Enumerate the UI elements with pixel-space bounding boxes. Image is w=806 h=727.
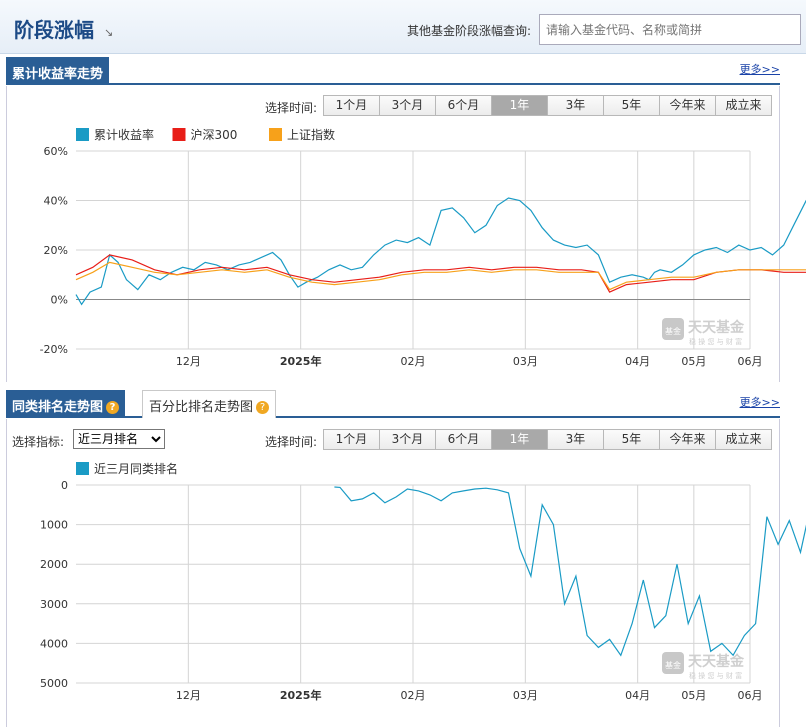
x-tick-label: 2025年	[280, 354, 322, 368]
y-tick-label: -20%	[40, 343, 68, 356]
legend-swatch[interactable]	[269, 128, 282, 141]
y-tick-label: 3000	[40, 598, 68, 611]
watermark-badge: 基金	[665, 660, 681, 670]
charts-canvas: -20% 0% 20% 40% 60% 12月 2025年 02月 03月 04月 05月 06月 累计…	[40, 127, 806, 702]
y-tick-label: 5000	[40, 677, 68, 690]
x-tick-label: 12月	[176, 355, 201, 368]
y-tick-label: 1000	[40, 519, 68, 532]
y-tick-label: 20%	[44, 244, 68, 257]
legend-label[interactable]: 累计收益率	[94, 127, 154, 142]
watermark-slogan: 稳 操 您 与 财 富	[689, 337, 742, 346]
series-line-0[interactable]	[75, 156, 806, 306]
y-tick-label: 60%	[44, 145, 68, 158]
x-tick-label: 04月	[625, 689, 650, 702]
watermark-badge: 基金	[665, 326, 681, 336]
x-tick-label: 03月	[513, 689, 538, 702]
watermark-slogan: 稳 操 您 与 财 富	[689, 671, 742, 680]
x-tick-label: 06月	[738, 355, 763, 368]
watermark-brand: 天天基金	[688, 319, 745, 336]
y-tick-label: 2000	[40, 558, 68, 571]
x-tick-label: 02月	[401, 689, 426, 702]
y-tick-label: 40%	[44, 195, 68, 208]
legend-swatch[interactable]	[172, 128, 186, 141]
x-tick-label: 06月	[738, 689, 763, 702]
y-tick-label: 0%	[51, 294, 68, 307]
series-line-2[interactable]	[75, 261, 806, 291]
x-tick-label: 2025年	[280, 688, 322, 702]
legend-label[interactable]: 近三月同类排名	[94, 461, 178, 476]
legend-swatch[interactable]	[76, 128, 89, 141]
x-tick-label: 04月	[625, 355, 650, 368]
y-tick-label: 4000	[40, 637, 68, 650]
legend-label[interactable]: 上证指数	[287, 127, 335, 142]
watermark-brand: 天天基金	[688, 653, 745, 670]
y-tick-label: 0	[61, 479, 68, 492]
x-tick-label: 03月	[513, 355, 538, 368]
legend-swatch[interactable]	[76, 462, 89, 475]
x-tick-label: 12月	[176, 689, 201, 702]
x-tick-label: 02月	[401, 355, 426, 368]
legend-label[interactable]: 沪深300	[191, 128, 238, 142]
x-tick-label: 05月	[681, 355, 706, 368]
series-line-0[interactable]	[334, 486, 806, 657]
x-tick-label: 05月	[681, 689, 706, 702]
